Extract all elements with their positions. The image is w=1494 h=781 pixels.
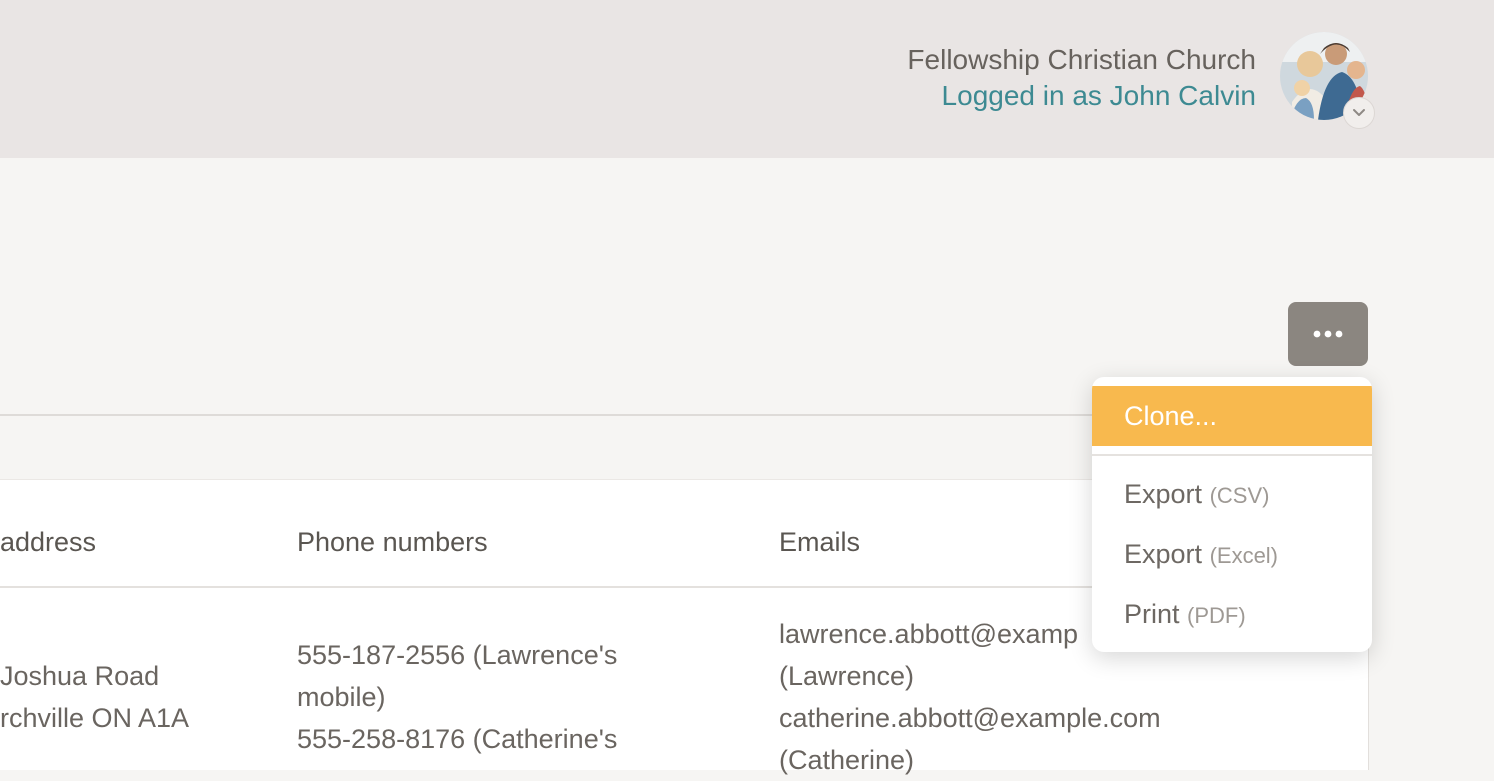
menu-item-export-excel[interactable]: Export (Excel) — [1092, 524, 1372, 584]
menu-item-label: Clone... — [1124, 401, 1218, 431]
email-line-1[interactable]: lawrence.abbott@examp — [779, 613, 1078, 655]
menu-item-format: (PDF) — [1187, 603, 1246, 628]
menu-item-format: (Excel) — [1209, 543, 1279, 568]
account-menu-toggle[interactable] — [1343, 97, 1375, 129]
column-header-address[interactable]: address — [0, 522, 96, 562]
actions-dropdown-menu: Clone... Export (CSV) Export (Excel) Pri… — [1092, 377, 1372, 652]
email-line-3[interactable]: catherine.abbott@example.com — [779, 697, 1161, 739]
menu-item-label: Print — [1124, 599, 1180, 629]
email-line-4: (Catherine) — [779, 745, 915, 775]
menu-item-label: Export — [1124, 479, 1203, 509]
email-line-2: (Lawrence) — [779, 661, 915, 691]
address-line-1: Joshua Road — [0, 661, 160, 691]
account-info: Fellowship Christian Church Logged in as… — [907, 42, 1256, 114]
top-header: Fellowship Christian Church Logged in as… — [0, 0, 1494, 158]
organization-name: Fellowship Christian Church — [907, 44, 1256, 75]
column-header-phone-numbers[interactable]: Phone numbers — [297, 522, 488, 562]
chevron-down-icon — [1353, 109, 1365, 116]
menu-item-clone[interactable]: Clone... — [1092, 386, 1372, 446]
menu-item-export-csv[interactable]: Export (CSV) — [1092, 464, 1372, 524]
phone-line-3: 555-258-8176 (Catherine's — [297, 724, 618, 754]
more-actions-button[interactable] — [1288, 302, 1368, 366]
logged-in-user-link[interactable]: Logged in as John Calvin — [907, 78, 1256, 114]
phone-line-1: 555-187-2556 (Lawrence's — [297, 640, 618, 670]
column-header-emails[interactable]: Emails — [779, 522, 860, 562]
ellipsis-icon — [1313, 330, 1343, 338]
phone-line-2: mobile) — [297, 682, 386, 712]
menu-item-print-pdf[interactable]: Print (PDF) — [1092, 584, 1372, 644]
menu-divider — [1092, 454, 1372, 456]
address-line-2: rchville ON A1A — [0, 703, 190, 733]
menu-item-format: (CSV) — [1209, 483, 1270, 508]
menu-item-label: Export — [1124, 539, 1203, 569]
